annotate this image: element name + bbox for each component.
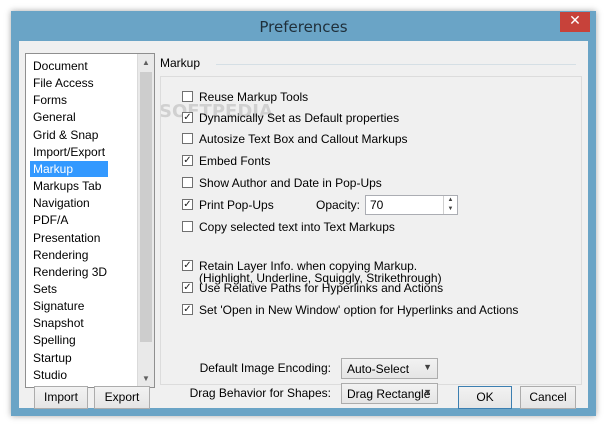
category-item-forms[interactable]: Forms (30, 92, 70, 108)
category-item-markups-tab[interactable]: Markups Tab (30, 178, 104, 194)
scrollbar-thumb[interactable] (140, 72, 152, 342)
category-item-startup[interactable]: Startup (30, 350, 75, 366)
options-box: (Highlight, Underline, Squiggly, Striket… (160, 76, 582, 404)
chevron-down-icon: ▼ (423, 387, 432, 397)
chevron-down-icon: ▼ (423, 362, 432, 372)
spin-up-icon[interactable]: ▲ (444, 196, 457, 205)
category-item-import-export[interactable]: Import/Export (30, 144, 108, 160)
category-item-general[interactable]: General (30, 109, 79, 125)
option-label: Use Relative Paths for Hyperlinks and Ac… (199, 281, 444, 295)
cancel-button[interactable]: Cancel (520, 386, 576, 409)
option-label: Show Author and Date in Pop-Ups (199, 176, 382, 190)
option-label: Embed Fonts (199, 154, 271, 168)
checkbox[interactable] (182, 221, 193, 232)
option-label: Copy selected text into Text Markups (199, 220, 395, 234)
category-item-presentation[interactable]: Presentation (30, 230, 103, 246)
opacity-spinbox[interactable]: 70 ▲ ▼ (365, 195, 458, 215)
ok-button[interactable]: OK (458, 386, 512, 409)
category-item-rendering[interactable]: Rendering (30, 247, 91, 263)
checkbox[interactable]: ✓ (182, 155, 193, 166)
category-item-navigation[interactable]: Navigation (30, 195, 93, 211)
category-item-signature[interactable]: Signature (30, 298, 87, 314)
opacity-label: Opacity: (316, 198, 361, 212)
category-list[interactable]: ▲ ▼ Document File Access Forms General Grid … (25, 53, 155, 388)
scroll-up-icon[interactable]: ▲ (138, 54, 154, 71)
checkbox[interactable] (182, 133, 193, 144)
category-item-file-access[interactable]: File Access (30, 75, 97, 91)
window-title: Preferences (259, 18, 348, 36)
preferences-window: Preferences ✕ SOFTPEDIA ▲ ▼ Document File… (11, 11, 596, 416)
spin-arrows[interactable]: ▲ ▼ (443, 196, 457, 214)
checkbox[interactable] (182, 177, 193, 188)
checkbox[interactable] (182, 91, 193, 102)
close-icon: ✕ (569, 13, 581, 29)
drag-behavior-dropdown[interactable]: Drag Rectangle ▼ (341, 383, 438, 404)
drag-behavior-value: Drag Rectangle (347, 387, 431, 401)
option-label: Print Pop-Ups (199, 198, 274, 212)
scroll-down-icon[interactable]: ▼ (138, 370, 154, 387)
markup-panel: Markup (Highlight, Underline, Squiggly, … (160, 50, 582, 404)
category-item-sets[interactable]: Sets (30, 281, 60, 297)
option-label: Reuse Markup Tools (199, 90, 309, 104)
category-item-rendering-3d[interactable]: Rendering 3D (30, 264, 110, 280)
option-label: Autosize Text Box and Callout Markups (199, 132, 408, 146)
title-bar[interactable]: Preferences ✕ (11, 11, 596, 41)
import-button[interactable]: Import (34, 386, 88, 409)
option-label: Dynamically Set as Default properties (199, 111, 400, 125)
option-label: Set 'Open in New Window' option for Hype… (199, 303, 519, 317)
category-item-pdf-a[interactable]: PDF/A (30, 212, 71, 228)
panel-divider (216, 64, 576, 65)
spin-down-icon[interactable]: ▼ (444, 205, 457, 214)
image-encoding-dropdown[interactable]: Auto-Select ▼ (341, 358, 438, 379)
category-item-studio[interactable]: Studio (30, 367, 70, 383)
option-label: Retain Layer Info. when copying Markup. (199, 259, 418, 273)
opacity-value[interactable]: 70 (370, 198, 383, 212)
category-item-snapshot[interactable]: Snapshot (30, 315, 87, 331)
checkbox[interactable]: ✓ (182, 112, 193, 123)
image-encoding-value: Auto-Select (347, 362, 410, 376)
close-button[interactable]: ✕ (560, 12, 590, 32)
checkbox[interactable]: ✓ (182, 260, 193, 271)
category-item-markup[interactable]: Markup (30, 160, 108, 177)
dialog-body: SOFTPEDIA ▲ ▼ Document File Access Forms Ge… (19, 41, 588, 409)
category-item-document[interactable]: Document (30, 58, 91, 74)
checkbox[interactable]: ✓ (182, 304, 193, 315)
checkbox[interactable]: ✓ (182, 199, 193, 210)
export-button[interactable]: Export (94, 386, 150, 409)
category-item-grid-snap[interactable]: Grid & Snap (30, 127, 101, 143)
image-encoding-label: Default Image Encoding: (199, 361, 331, 375)
category-item-spelling[interactable]: Spelling (30, 332, 79, 348)
checkbox[interactable]: ✓ (182, 282, 193, 293)
drag-behavior-label: Drag Behavior for Shapes: (189, 386, 331, 400)
category-scrollbar[interactable]: ▲ ▼ (137, 54, 154, 387)
panel-title: Markup (160, 56, 201, 70)
